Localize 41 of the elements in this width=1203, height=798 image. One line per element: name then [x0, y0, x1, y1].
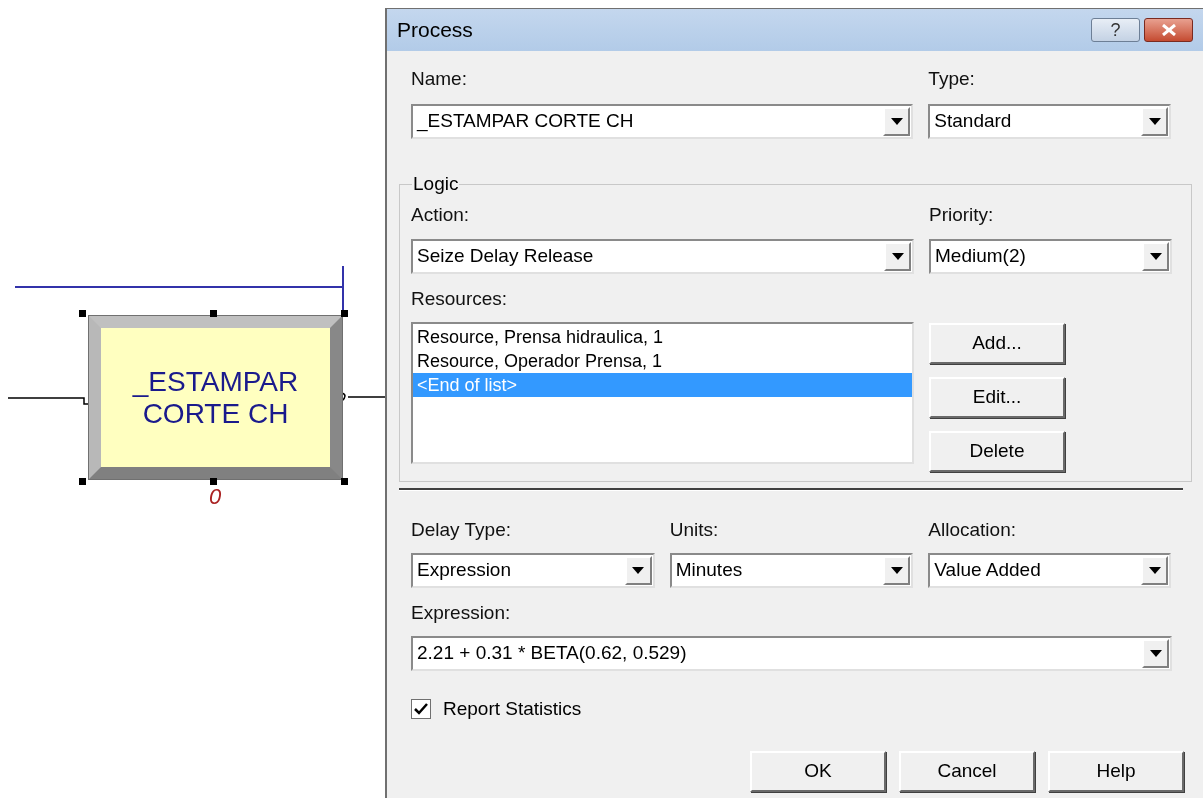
dialog-button[interactable]: Edit... [929, 376, 1065, 418]
selection-handle[interactable] [210, 478, 217, 485]
dropdown-field[interactable]: Seize Delay Release [411, 238, 914, 274]
dropdown-field[interactable]: Value Added [928, 553, 1171, 588]
dropdown-field[interactable]: Medium(2) [929, 238, 1172, 274]
close-button[interactable] [1144, 18, 1193, 42]
dropdown-field[interactable]: Minutes [669, 553, 914, 588]
field-label: Delay Type: [411, 519, 511, 540]
dialog-button[interactable]: Cancel [899, 750, 1035, 792]
dialog-button[interactable]: Delete [929, 430, 1065, 472]
close-icon[interactable] [1160, 24, 1177, 36]
dialog-button[interactable]: Help [1048, 750, 1184, 792]
dropdown-field[interactable]: Expression [411, 553, 655, 588]
dropdown-field[interactable]: _ESTAMPAR CORTE CH [411, 104, 914, 139]
selection-handle[interactable] [341, 310, 348, 317]
field-label: Action: [411, 203, 470, 225]
window-title: Process [397, 17, 474, 44]
selection-handle[interactable] [79, 310, 86, 317]
field-label: Type: [928, 68, 975, 89]
module-label: _ESTAMPAR CORTE CH [131, 365, 300, 430]
field-label: Units: [669, 519, 719, 540]
selection-handle[interactable] [210, 310, 217, 317]
field-label: Expression: [411, 602, 511, 623]
checkbox[interactable] [411, 699, 431, 720]
field-label: Resources: [411, 287, 508, 309]
help-button[interactable]: ? [1091, 18, 1140, 42]
field-label: Name: [411, 68, 467, 89]
dialog-button[interactable]: OK [750, 750, 886, 792]
dropdown-field[interactable]: Standard [928, 104, 1171, 139]
list-item[interactable]: Resource, Prensa hidraulica, 1 [413, 324, 912, 349]
group-title: Logic [412, 172, 460, 196]
dialog-button[interactable]: Add... [929, 322, 1065, 364]
selection-handle[interactable] [341, 478, 348, 485]
list-item[interactable]: Resource, Operador Prensa, 1 [413, 348, 912, 373]
checkbox-label: Report Statistics [443, 697, 582, 721]
dropdown-field[interactable]: 2.21 + 0.31 * BETA(0.62, 0.529) [411, 636, 1172, 671]
process-module[interactable]: _ESTAMPAR CORTE CH [89, 316, 342, 479]
field-label: Allocation: [928, 519, 1016, 540]
field-label: Priority: [929, 203, 994, 225]
selection-handle[interactable] [79, 478, 86, 485]
module-count: 0 [209, 484, 222, 510]
